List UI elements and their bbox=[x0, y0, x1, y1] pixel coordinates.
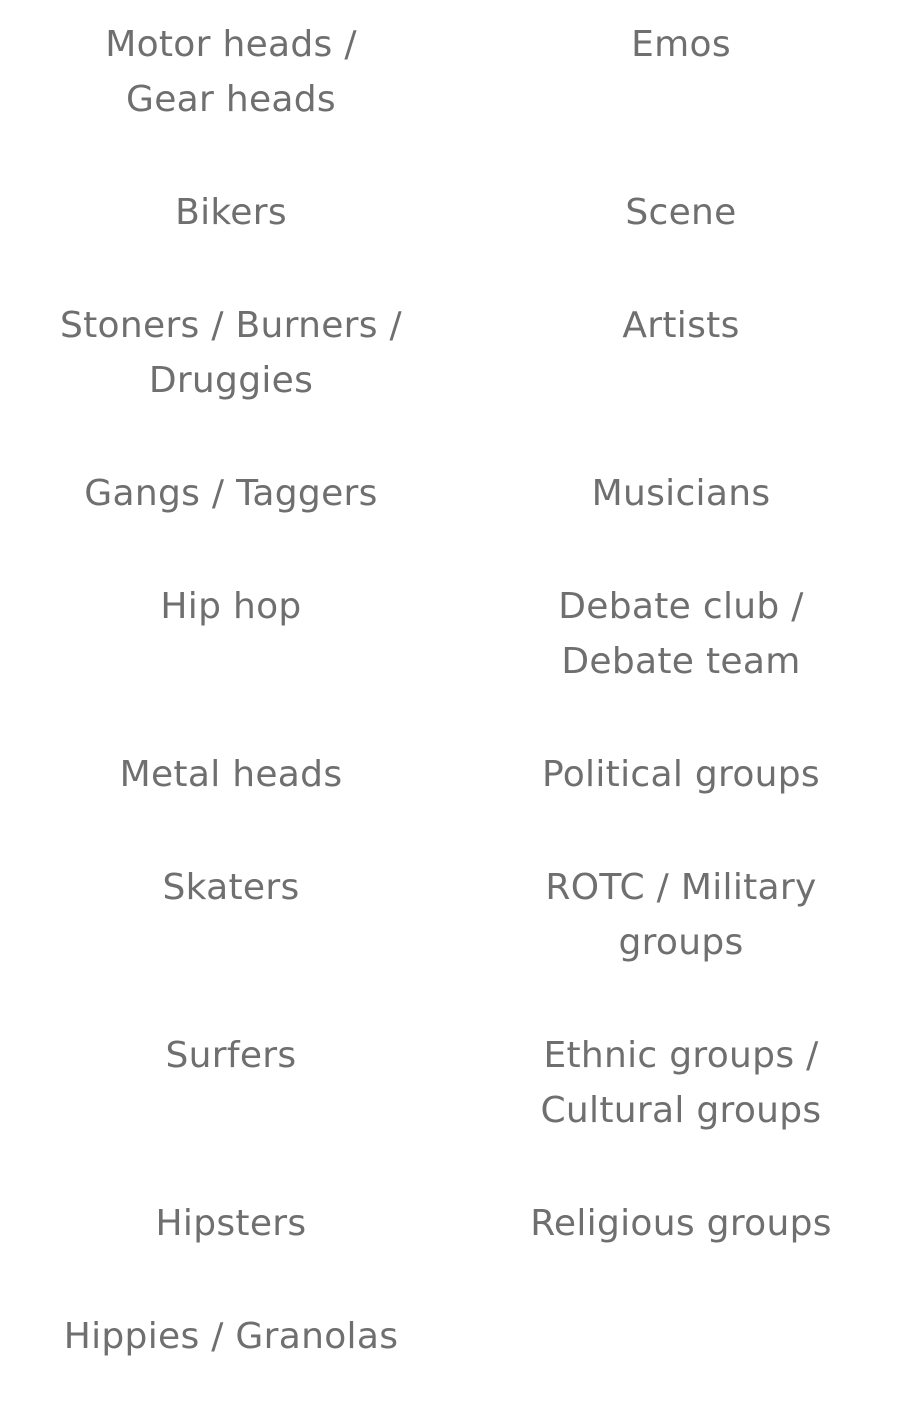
option-political-groups[interactable]: Political groups bbox=[454, 747, 908, 802]
option-hipsters[interactable]: Hipsters bbox=[4, 1196, 458, 1251]
option-emos[interactable]: Emos bbox=[454, 17, 908, 72]
option-rotc-military[interactable]: ROTC / Military groups bbox=[454, 860, 908, 970]
option-scene[interactable]: Scene bbox=[454, 185, 908, 240]
option-stoners[interactable]: Stoners / Burners / Druggies bbox=[4, 298, 458, 408]
option-hip-hop[interactable]: Hip hop bbox=[4, 579, 458, 634]
option-gangs[interactable]: Gangs / Taggers bbox=[4, 466, 458, 521]
option-religious-groups[interactable]: Religious groups bbox=[454, 1196, 908, 1251]
option-debate[interactable]: Debate club / Debate team bbox=[454, 579, 908, 689]
option-skaters[interactable]: Skaters bbox=[4, 860, 458, 915]
option-artists[interactable]: Artists bbox=[454, 298, 908, 353]
option-musicians[interactable]: Musicians bbox=[454, 466, 908, 521]
option-hippies[interactable]: Hippies / Granolas bbox=[4, 1309, 458, 1364]
option-motor-heads[interactable]: Motor heads / Gear heads bbox=[4, 17, 458, 127]
option-bikers[interactable]: Bikers bbox=[4, 185, 458, 240]
option-metal-heads[interactable]: Metal heads bbox=[4, 747, 458, 802]
option-surfers[interactable]: Surfers bbox=[4, 1028, 458, 1083]
option-ethnic-cultural[interactable]: Ethnic groups / Cultural groups bbox=[454, 1028, 908, 1138]
